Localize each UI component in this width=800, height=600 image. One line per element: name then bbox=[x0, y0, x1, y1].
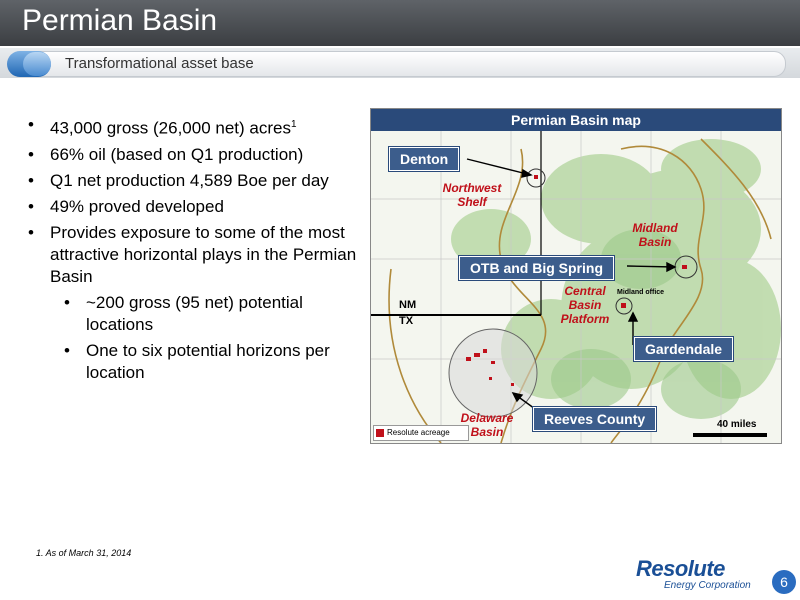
bullet-item: • 66% oil (based on Q1 production) bbox=[28, 144, 368, 166]
callout-gardendale: Gardendale bbox=[634, 337, 734, 361]
bullet-dot-icon: • bbox=[28, 222, 34, 242]
logo-name: Resolute bbox=[636, 556, 725, 581]
map-legend: Resolute acreage bbox=[373, 425, 469, 441]
slide-subtitle: Transformational asset base bbox=[65, 55, 254, 72]
scale-label: 40 miles bbox=[717, 419, 757, 430]
bullet-list: • 43,000 gross (26,000 net) acres1 • 66% o… bbox=[28, 114, 368, 388]
bullet-item: • 49% proved developed bbox=[28, 196, 368, 218]
slide-title: Permian Basin bbox=[22, 4, 218, 37]
bullet-item: • Q1 net production 4,589 Boe per day bbox=[28, 170, 368, 192]
callout-reeves: Reeves County bbox=[533, 407, 657, 431]
region-central-basin: Central Basin Platform bbox=[560, 284, 610, 326]
bullet-dot-icon: • bbox=[28, 144, 34, 164]
scale-bar bbox=[693, 433, 767, 437]
bullet-dot-icon: • bbox=[64, 292, 70, 312]
title-bar: Permian Basin bbox=[0, 0, 800, 46]
bullet-dot-icon: • bbox=[64, 340, 70, 360]
bullet-item: • Provides exposure to some of the most a… bbox=[28, 222, 368, 288]
sub-bullet-text: ~200 gross (95 net) potential locations bbox=[86, 292, 303, 334]
acreage-swatch-icon bbox=[376, 428, 384, 437]
bullet-dot-icon: • bbox=[28, 115, 34, 134]
sub-bullet-text: One to six potential horizons per locati… bbox=[86, 340, 330, 382]
sub-bullet-item: • One to six potential horizons per locat… bbox=[64, 340, 368, 384]
company-logo: Resolute Energy Corporation bbox=[636, 556, 760, 596]
bullet-text: Provides exposure to some of the most at… bbox=[50, 222, 357, 286]
region-northwest-shelf: Northwest Shelf bbox=[442, 181, 502, 209]
state-label-nm: NM bbox=[399, 299, 417, 311]
permian-basin-map: Permian Basin map Denton OTB and Big Spr… bbox=[370, 108, 782, 444]
bullet-text: 66% oil (based on Q1 production) bbox=[50, 144, 304, 164]
bullet-item: • 43,000 gross (26,000 net) acres1 bbox=[28, 114, 368, 140]
bullet-text: 43,000 gross (26,000 net) acres bbox=[50, 118, 291, 138]
footnote-ref: 1 bbox=[290, 119, 297, 130]
bullet-text: 49% proved developed bbox=[50, 196, 224, 216]
page-number: 6 bbox=[772, 570, 796, 594]
map-header: Permian Basin map bbox=[371, 109, 781, 131]
footnote: 1. As of March 31, 2014 bbox=[36, 548, 132, 558]
midland-office-label: Midland office bbox=[617, 289, 665, 296]
logo-subtitle: Energy Corporation bbox=[664, 580, 751, 591]
state-label-tx: TX bbox=[399, 315, 414, 327]
callout-denton: Denton bbox=[389, 147, 460, 171]
bullet-dot-icon: • bbox=[28, 196, 34, 216]
region-midland-basin: Midland Basin bbox=[632, 221, 678, 249]
bullet-text: Q1 net production 4,589 Boe per day bbox=[50, 170, 329, 190]
subtitle-accent-inner bbox=[23, 52, 51, 76]
callout-otb: OTB and Big Spring bbox=[459, 256, 614, 280]
legend-label: Resolute acreage bbox=[387, 428, 450, 437]
subtitle-pill: Transformational asset base bbox=[7, 51, 786, 77]
bullet-dot-icon: • bbox=[28, 170, 34, 190]
sub-bullet-item: • ~200 gross (95 net) potential locations bbox=[64, 292, 368, 336]
